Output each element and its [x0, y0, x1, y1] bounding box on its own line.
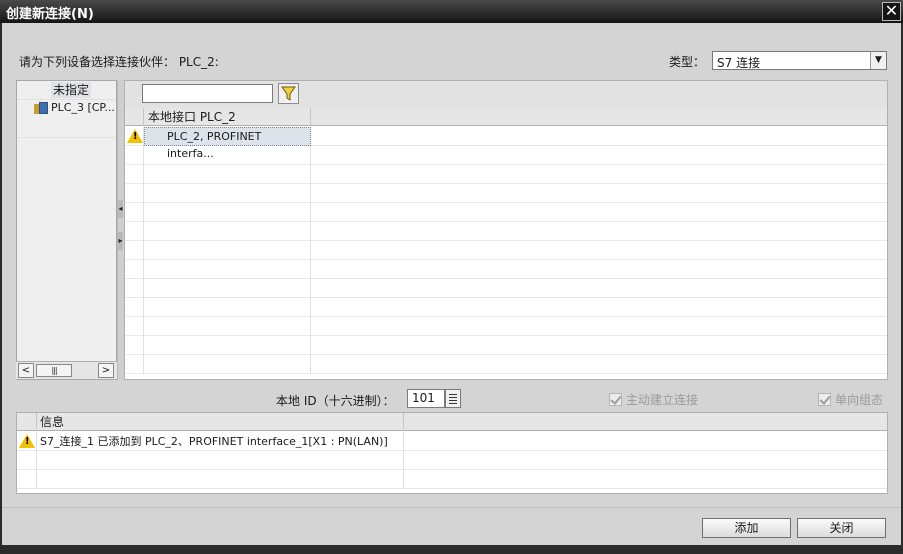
- dropdown-arrow-icon[interactable]: ▼: [870, 52, 886, 69]
- footer-divider: [2, 507, 901, 508]
- status-cell: !: [17, 432, 37, 451]
- device-folder-icon: [34, 102, 48, 114]
- tree-item-unassigned[interactable]: 未指定: [51, 82, 92, 98]
- table-row[interactable]: ! PLC_2, PROFINET interfa...: [125, 127, 887, 160]
- info-table: 信息 ! S7_连接_1 已添加到 PLC_2、PROFINET interfa…: [16, 412, 888, 494]
- funnel-icon: [281, 86, 296, 101]
- scroll-left-icon[interactable]: <: [18, 363, 34, 378]
- partner-tree: 未指定 PLC_3 [CP...: [16, 80, 117, 380]
- filter-input[interactable]: [142, 84, 273, 103]
- collapse-left-icon[interactable]: ◂: [118, 200, 123, 218]
- info-header: 信息: [17, 413, 887, 431]
- active-connect-label: 主动建立连接: [626, 393, 699, 407]
- connection-type-select[interactable]: S7 连接 ▼: [712, 51, 887, 70]
- close-button[interactable]: 关闭: [797, 518, 886, 538]
- local-id-label: 本地 ID（十六进制）：: [276, 394, 395, 408]
- table-row: [125, 222, 887, 241]
- info-row: [17, 451, 887, 470]
- table-row: [125, 336, 887, 355]
- info-message: S7_连接_1 已添加到 PLC_2、PROFINET interface_1[…: [37, 432, 404, 451]
- window-bottom-edge: [0, 545, 903, 554]
- filter-button[interactable]: [278, 83, 299, 104]
- table-row: [125, 298, 887, 317]
- warning-icon: !: [127, 129, 143, 143]
- panel-splitter[interactable]: ◂ ▸: [117, 80, 124, 380]
- close-icon[interactable]: ✕: [882, 2, 901, 21]
- table-row: [125, 355, 887, 374]
- interface-panel: 本地接口 PLC_2 ! PLC_2, PROFINET interfa...: [124, 80, 888, 380]
- status-cell: !: [125, 127, 144, 146]
- interface-table: 本地接口 PLC_2 ! PLC_2, PROFINET interfa...: [125, 108, 887, 379]
- warning-icon: !: [19, 434, 35, 448]
- scroll-thumb[interactable]: |||: [36, 364, 72, 377]
- table-row: [125, 146, 887, 165]
- connection-type-value: S7 连接: [717, 56, 761, 70]
- type-label: 类型：: [669, 55, 706, 69]
- checkbox-checked-icon: [609, 393, 622, 406]
- info-column-header: 信息: [37, 413, 404, 431]
- add-button[interactable]: 添加: [702, 518, 791, 538]
- window-title: 创建新连接(N): [6, 7, 94, 22]
- dialog-body: 请为下列设备选择连接伙伴： PLC_2: 类型： S7 连接 ▼ 未指定 PLC…: [2, 23, 901, 545]
- table-row: [125, 184, 887, 203]
- header-status-cell: [125, 108, 144, 126]
- tree-item-plc3-label: PLC_3 [CP...: [51, 101, 115, 114]
- info-row[interactable]: ! S7_连接_1 已添加到 PLC_2、PROFINET interface_…: [17, 432, 887, 451]
- title-bar: 创建新连接(N) ✕: [0, 0, 903, 23]
- table-row: [125, 241, 887, 260]
- table-row: [125, 279, 887, 298]
- table-row: [125, 203, 887, 222]
- column-header-local-interface[interactable]: 本地接口 PLC_2: [144, 108, 311, 126]
- header-status-cell: [17, 413, 37, 431]
- expand-right-icon[interactable]: ▸: [118, 232, 123, 250]
- local-id-input[interactable]: 101: [407, 389, 445, 408]
- local-id-picker-button[interactable]: [445, 389, 461, 408]
- table-row: [125, 260, 887, 279]
- tree-row: 未指定: [17, 81, 116, 100]
- oneway-label: 单向组态: [835, 393, 884, 407]
- table-row: [125, 165, 887, 184]
- active-connect-checkbox[interactable]: 主动建立连接: [609, 391, 698, 408]
- info-row: [17, 470, 887, 489]
- tree-row: [17, 119, 116, 138]
- interface-cell[interactable]: PLC_2, PROFINET interfa...: [144, 127, 311, 160]
- oneway-checkbox[interactable]: 单向组态: [818, 391, 883, 408]
- checkbox-checked-icon: [818, 393, 831, 406]
- scroll-right-icon[interactable]: >: [98, 363, 114, 378]
- table-row: [125, 317, 887, 336]
- prompt-text: 请为下列设备选择连接伙伴： PLC_2:: [19, 55, 219, 69]
- tree-item-plc3[interactable]: PLC_3 [CP...: [34, 100, 115, 116]
- table-header: 本地接口 PLC_2: [125, 108, 887, 126]
- tree-horizontal-scrollbar[interactable]: < ||| >: [16, 361, 117, 379]
